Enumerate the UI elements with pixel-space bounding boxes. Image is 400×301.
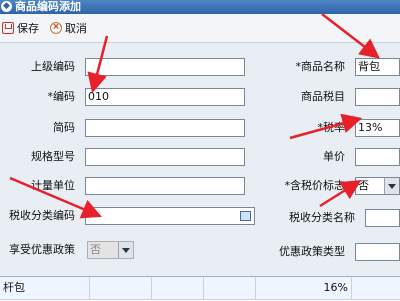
dropdown-arrow-icon[interactable] (384, 178, 399, 194)
tax-included-flag-value: 否 (358, 179, 369, 192)
unit-price-input[interactable] (355, 148, 400, 166)
table-row[interactable]: 杆包 16% (0, 277, 400, 300)
save-icon (2, 22, 14, 34)
tax-category-code-input[interactable] (85, 207, 255, 225)
code-input[interactable]: 010 (85, 88, 245, 106)
grid-cell-empty (204, 277, 256, 299)
product-grid: 杆包 16% (0, 276, 400, 301)
parent-code-label: 上级编码 (31, 60, 75, 73)
tax-included-flag-select[interactable]: 否 (355, 177, 400, 195)
preferential-policy-value: 否 (90, 243, 101, 256)
unit-price-label: 单价 (323, 150, 345, 163)
parent-code-input[interactable] (85, 58, 245, 76)
save-button[interactable]: 保存 (2, 20, 39, 36)
tax-rate-label: *税率 (317, 121, 346, 134)
grid-cell-empty (352, 277, 400, 299)
product-tax-item-label: 商品税目 (301, 90, 345, 103)
spec-model-input[interactable] (85, 148, 245, 166)
tax-included-flag-label: *含税价标志 (284, 179, 346, 192)
preferential-policy-select: 否 (87, 241, 134, 259)
app-icon: ◆ (1, 1, 12, 12)
toolbar: 保存 × 取消 (0, 14, 400, 43)
product-tax-item-input[interactable] (355, 88, 400, 106)
grid-cell-name: 杆包 (0, 277, 90, 299)
grid-cell-empty (90, 277, 152, 299)
unit-input[interactable] (85, 177, 245, 195)
title-bar: ◆ 商品编码添加 (0, 0, 400, 14)
product-name-input[interactable]: 背包 (355, 58, 400, 76)
grid-cell-empty (152, 277, 204, 299)
preferential-policy-type-label: 优惠政策类型 (279, 245, 345, 258)
save-button-label: 保存 (17, 22, 39, 35)
preferential-policy-label: 享受优惠政策 (9, 243, 75, 256)
window-title: 商品编码添加 (15, 0, 81, 13)
cancel-button-label: 取消 (65, 22, 87, 35)
preferential-policy-type-input[interactable] (355, 243, 400, 261)
product-name-label: *商品名称 (295, 60, 346, 73)
dropdown-arrow-icon (118, 242, 133, 258)
short-code-label: 简码 (53, 121, 75, 134)
tax-code-picker-icon[interactable] (240, 211, 251, 221)
code-label: *编码 (47, 90, 76, 103)
cancel-icon: × (50, 22, 62, 34)
unit-label: 计量单位 (31, 179, 75, 192)
tax-category-code-label: 税收分类编码 (9, 209, 75, 222)
tax-rate-input[interactable]: 13% (355, 119, 400, 137)
cancel-button[interactable]: × 取消 (50, 20, 87, 36)
short-code-input[interactable] (85, 119, 245, 137)
product-code-form: 上级编码 *编码 010 简码 规格型号 计量单位 税收分类编码 享受优惠政策 … (0, 43, 400, 275)
tax-category-name-label: 税收分类名称 (289, 211, 355, 224)
spec-model-label: 规格型号 (31, 150, 75, 163)
grid-cell-rate: 16% (256, 277, 352, 299)
tax-category-name-input[interactable] (365, 209, 400, 227)
